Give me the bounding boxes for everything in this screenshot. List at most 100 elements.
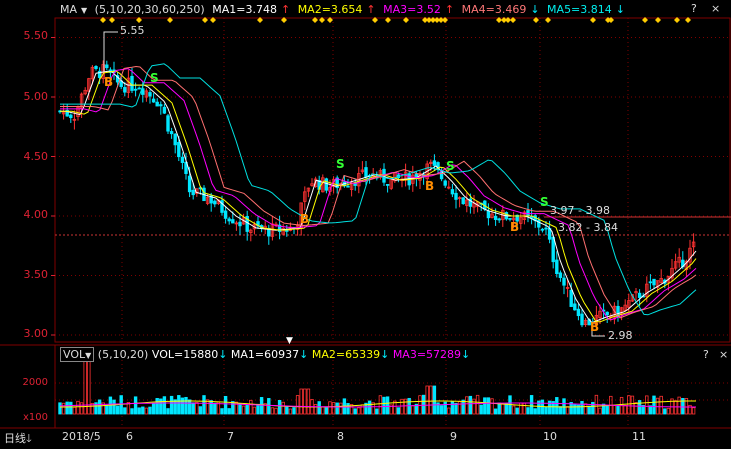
volume-bar — [580, 400, 584, 415]
ma3-line — [60, 68, 697, 321]
price-tick-550: 5.50 — [23, 29, 49, 42]
volume-bar — [396, 407, 401, 415]
vol-help-icon[interactable]: ? — [703, 348, 709, 361]
candle-body — [227, 218, 231, 222]
candle-body — [162, 106, 167, 114]
volume-bar — [331, 402, 336, 415]
volume-bar — [231, 401, 235, 415]
volume-bar — [511, 405, 516, 415]
candle-body — [493, 215, 498, 220]
volume-bar — [281, 401, 285, 415]
volume-bar — [252, 406, 257, 415]
volume-bar — [313, 404, 318, 415]
x-label-jul: 7 — [227, 430, 234, 443]
period-down-icon: 🡓 — [26, 432, 32, 445]
price-chart[interactable]: BBBBBSS SS — [0, 0, 731, 444]
volume-bar — [367, 400, 372, 415]
ma5-line — [60, 63, 697, 316]
volume-bar — [443, 401, 447, 415]
volume-bar — [630, 395, 635, 415]
volume-bar — [598, 407, 602, 415]
candle-body — [177, 142, 181, 158]
vol-params: (5,10,20) — [97, 348, 149, 361]
candle-body — [558, 272, 563, 278]
volume-bar — [115, 405, 120, 415]
volume-bar — [173, 399, 177, 415]
volume-bar — [497, 402, 501, 415]
volume-bar — [385, 396, 390, 415]
volume-bar — [573, 404, 577, 415]
candle-body — [151, 98, 156, 103]
candle-body — [443, 180, 447, 186]
sell-signal: S — [446, 159, 455, 173]
candle-body — [497, 218, 501, 221]
volume-bar — [105, 405, 109, 415]
vol-selector-label: VOL — [63, 348, 86, 361]
vol-indicator-select[interactable]: VOL▼ — [60, 347, 95, 362]
candle-body — [385, 184, 390, 186]
sell-signal: S — [150, 71, 159, 85]
volume-bar — [213, 402, 217, 415]
volume-bar — [457, 401, 462, 415]
candle-body — [562, 277, 566, 286]
volume-bar — [166, 408, 170, 415]
vol-tick-2000: 2000 — [22, 377, 48, 388]
sell-signal: S — [540, 195, 549, 209]
volume-bar — [321, 406, 325, 415]
volume-bar — [501, 403, 505, 415]
volume-bar — [533, 408, 537, 415]
volume-bar — [360, 404, 365, 415]
volume-bar — [353, 408, 357, 415]
vol-header: VOL▼ (5,10,20) VOL=15880↓ MA1=60937↓ MA2… — [60, 347, 471, 362]
candle-body — [486, 211, 491, 219]
volume-bar — [627, 395, 631, 415]
volume-bar — [429, 385, 433, 415]
volume-bar — [151, 402, 156, 415]
period-label: 日线 — [4, 432, 26, 445]
volume-bar — [133, 396, 138, 415]
volume-bar — [328, 401, 332, 415]
volume-bar — [493, 408, 498, 415]
price-tick-350: 3.50 — [23, 268, 49, 281]
x-label-jun: 6 — [126, 430, 133, 443]
x-label-sep: 9 — [450, 430, 457, 443]
candle-body — [69, 114, 73, 119]
vol-ma2-value: MA2=65339 — [311, 348, 381, 361]
candle-body — [148, 92, 152, 97]
candle-body — [555, 259, 559, 275]
volume-bar — [447, 407, 451, 415]
candle-body — [648, 281, 653, 284]
volume-bar — [461, 399, 465, 415]
vol-arrow-icon: ↓ — [218, 348, 228, 361]
volume-bar — [587, 405, 591, 415]
volume-bar — [198, 406, 203, 415]
volume-bar — [583, 403, 588, 415]
vol-ma2-line — [60, 400, 696, 408]
volume-bar — [303, 388, 307, 415]
cursor-marker-icon: ▼ — [286, 336, 293, 346]
volume-bar — [637, 400, 642, 415]
candle-body — [238, 221, 242, 227]
period-select[interactable]: 日线🡓 — [4, 430, 32, 449]
volume-bar — [220, 408, 224, 415]
volume-bar — [184, 396, 188, 415]
volume-bar — [335, 402, 339, 415]
vol-ma3-value: MA3=57289 — [392, 348, 462, 361]
candle-body — [364, 167, 368, 178]
volume-bar — [58, 402, 62, 415]
volume-bar — [202, 395, 206, 415]
volume-bar — [562, 398, 566, 415]
volume-bar — [432, 385, 437, 415]
volume-bar — [468, 395, 473, 415]
candle-body — [180, 156, 185, 163]
volume-bar — [205, 399, 210, 415]
candle-body — [544, 227, 548, 230]
price-tick-300: 3.00 — [23, 327, 49, 340]
x-label-may: 2018/5 — [62, 430, 101, 443]
volume-bar — [195, 402, 199, 415]
buy-signal: B — [425, 179, 434, 193]
volume-bar — [130, 408, 134, 415]
vol-ma3-arrow-icon: ↓ — [461, 348, 471, 361]
vol-close-icon[interactable]: × — [719, 348, 728, 361]
volume-bar — [97, 399, 102, 415]
